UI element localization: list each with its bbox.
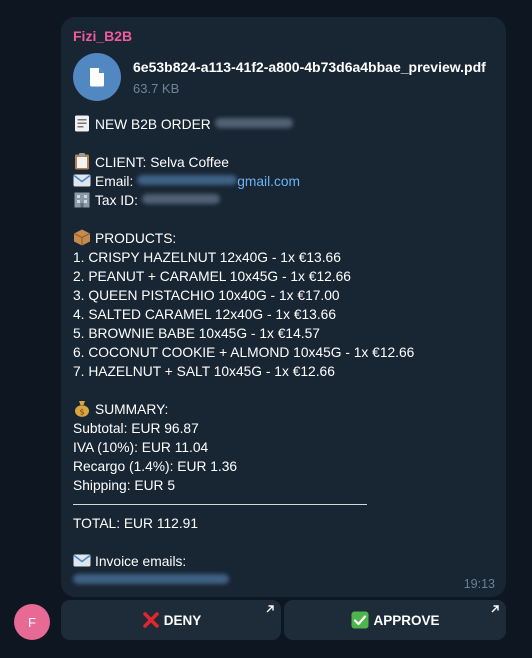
product-item: 4. SALTED CARAMEL 12x40G - 1x €13.66 [73,307,337,322]
receipt-icon [73,115,91,132]
invoice-emails-line: Invoice emails: [73,552,494,571]
tax-id-line: Tax ID: [73,191,494,210]
svg-text:$: $ [79,408,84,417]
check-mark-icon [350,610,370,630]
email-redacted [137,175,238,185]
summary-heading-line: $ SUMMARY: [73,400,494,419]
product-item: 3. QUEEN PISTACHIO 10x40G - 1x €17.00 [73,288,340,303]
tax-id-redacted [141,194,220,204]
approve-button[interactable]: APPROVE [284,600,506,640]
order-message: NEW B2B ORDER CLIENT: Selva Coffee Email… [73,115,494,590]
order-title-line: NEW B2B ORDER [73,115,494,134]
invoice-emails-label: Invoice emails: [95,554,187,569]
clipboard-icon [73,153,91,170]
invoice-email-redacted[interactable] [73,574,229,584]
order-id-redacted [214,118,293,128]
summary-divider [73,504,367,505]
file-attachment[interactable]: 6e53b824-a113-41f2-a800-4b73d6a4bbae_pre… [73,53,494,101]
document-icon[interactable] [73,53,121,101]
product-item: 6. COCONUT COOKIE + ALMOND 10x45G - 1x €… [73,345,415,360]
approve-label: APPROVE [373,612,440,628]
product-item: 1. CRISPY HAZELNUT 12x40G - 1x €13.66 [73,250,341,265]
order-title: NEW B2B ORDER [95,117,211,132]
file-name[interactable]: 6e53b824-a113-41f2-a800-4b73d6a4bbae_pre… [133,58,486,76]
product-item: 5. BROWNIE BABE 10x45G - 1x €14.57 [73,326,320,341]
money-bag-icon: $ [73,400,91,417]
deny-label: DENY [163,612,202,628]
tax-id-label: Tax ID: [95,193,138,208]
sender-name[interactable]: Fizi_B2B [73,27,494,45]
total-line: TOTAL: EUR 112.91 [73,516,198,531]
email-domain[interactable]: gmail.com [237,174,300,189]
email-label: Email: [95,174,134,189]
products-heading: PRODUCTS: [95,231,177,246]
message-bubble: Fizi_B2B 6e53b824-a113-41f2-a800-4b73d6a… [61,17,506,597]
invoice-email-value [73,571,494,590]
products-heading-line: PRODUCTS: [73,229,494,248]
shipping-line: Shipping: EUR 5 [73,478,176,493]
deny-button[interactable]: DENY [61,600,281,640]
product-item: 2. PEANUT + CARAMEL 10x45G - 1x €12.66 [73,269,351,284]
email-line: Email: gmail.com [73,172,494,191]
building-icon [73,191,91,208]
avatar[interactable]: F [14,604,50,640]
subtotal-line: Subtotal: EUR 96.87 [73,421,199,436]
product-item: 7. HAZELNUT + SALT 10x45G - 1x €12.66 [73,364,335,379]
file-size: 63.7 KB [133,80,180,96]
summary-heading: SUMMARY: [95,402,169,417]
email-icon [73,552,91,569]
package-icon [73,229,91,246]
message-time: 19:13 [463,577,495,591]
client-line: CLIENT: Selva Coffee [73,153,494,172]
external-arrow-icon [266,605,274,613]
external-arrow-icon [491,605,499,613]
recargo-line: Recargo (1.4%): EUR 1.36 [73,459,238,474]
client-name: CLIENT: Selva Coffee [95,155,229,170]
email-icon [73,172,91,189]
iva-line: IVA (10%): EUR 11.04 [73,440,209,455]
cross-mark-icon [141,610,161,630]
